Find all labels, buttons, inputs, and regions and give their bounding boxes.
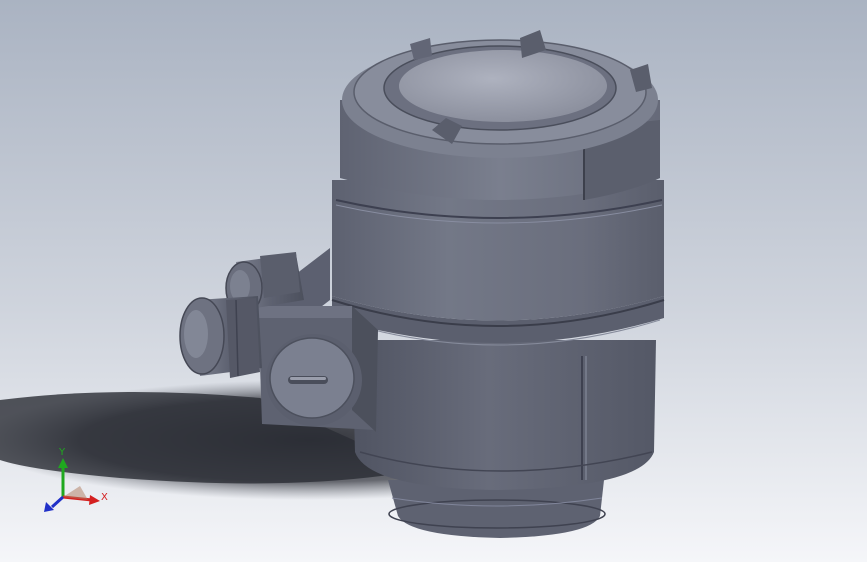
y-axis-label: Y — [58, 447, 66, 458]
lower-body — [352, 340, 656, 490]
blind-plug[interactable] — [266, 334, 362, 426]
model-scene[interactable]: Y X — [0, 0, 867, 562]
cable-gland-lower[interactable] — [179, 296, 262, 378]
graphics-viewport[interactable]: Y X — [0, 0, 867, 562]
upper-body — [332, 180, 664, 321]
display-window — [399, 50, 607, 122]
x-axis-label: X — [101, 492, 108, 503]
